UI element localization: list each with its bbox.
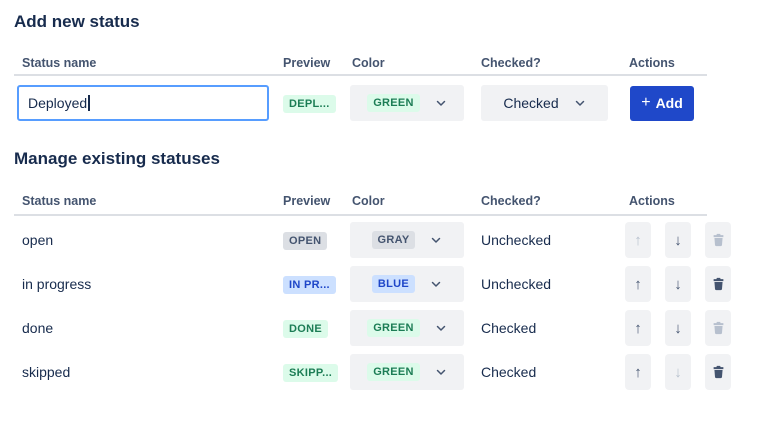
chevron-down-icon (430, 278, 442, 290)
color-value-pill: BLUE (372, 275, 415, 293)
column-header-status-name: Status name (14, 194, 283, 208)
status-name-cell: in progress (14, 276, 283, 292)
table-row: open OPEN GRAY Unchecked ↑ ↓ (14, 218, 733, 262)
move-up-button[interactable]: ↑ (625, 266, 651, 302)
arrow-up-icon: ↑ (634, 365, 642, 380)
status-name-cell: open (14, 232, 283, 248)
arrow-up-icon: ↑ (634, 277, 642, 292)
move-down-button[interactable]: ↓ (665, 266, 691, 302)
color-value-pill: GREEN (367, 94, 420, 112)
color-select[interactable]: GREEN (350, 85, 464, 121)
arrow-up-icon: ↑ (634, 233, 642, 248)
column-header-preview: Preview (283, 56, 350, 70)
color-value-pill: GREEN (367, 319, 420, 337)
status-preview-badge: SKIPP... (283, 364, 338, 382)
checked-select-value: Checked (503, 95, 558, 111)
column-header-status-name: Status name (14, 56, 283, 70)
color-value-pill: GREEN (367, 363, 420, 381)
trash-icon (712, 277, 725, 291)
status-preview-badge: OPEN (283, 232, 327, 250)
column-header-color: Color (350, 56, 481, 70)
color-select[interactable]: GREEN (350, 310, 464, 346)
page: Add new status Status name Preview Color… (0, 0, 758, 394)
chevron-down-icon (574, 97, 586, 109)
delete-button[interactable] (705, 266, 731, 302)
delete-button[interactable] (705, 354, 731, 390)
arrow-down-icon: ↓ (674, 233, 682, 248)
arrow-down-icon: ↓ (674, 277, 682, 292)
table-row: in progress IN PR... BLUE Unchecked ↑ ↓ (14, 262, 733, 306)
move-down-button[interactable]: ↓ (665, 222, 691, 258)
table-row: skipped SKIPP... GREEN Checked ↑ ↓ (14, 350, 733, 394)
checked-cell: Checked (481, 320, 625, 336)
color-value-pill: GRAY (372, 231, 416, 249)
status-preview-badge: DEPL... (283, 95, 336, 113)
manage-statuses-table: Status name Preview Color Checked? Actio… (14, 194, 733, 394)
add-status-table: Status name Preview Color Checked? Actio… (14, 56, 733, 130)
checked-cell: Unchecked (481, 276, 625, 292)
arrow-up-icon: ↑ (634, 321, 642, 336)
add-section-title: Add new status (14, 0, 758, 32)
manage-table-header: Status name Preview Color Checked? Actio… (14, 194, 733, 208)
column-header-checked: Checked? (481, 194, 625, 208)
arrow-down-icon: ↓ (674, 365, 682, 380)
status-name-cell: skipped (14, 364, 283, 380)
status-name-input-value: Deployed (28, 95, 87, 111)
checked-cell: Checked (481, 364, 625, 380)
column-header-checked: Checked? (481, 56, 625, 70)
move-down-button[interactable]: ↓ (665, 310, 691, 346)
status-rows: open OPEN GRAY Unchecked ↑ ↓ (14, 216, 733, 394)
column-header-actions: Actions (625, 56, 733, 70)
checked-cell: Unchecked (481, 232, 625, 248)
column-header-preview: Preview (283, 194, 350, 208)
add-table-header: Status name Preview Color Checked? Actio… (14, 56, 733, 70)
checked-select[interactable]: Checked (481, 85, 608, 121)
text-cursor (88, 95, 90, 111)
status-name-cell: done (14, 320, 283, 336)
add-button[interactable]: + Add (630, 86, 694, 121)
move-down-button[interactable]: ↓ (665, 354, 691, 390)
status-name-input[interactable]: Deployed (17, 85, 269, 121)
chevron-down-icon (430, 234, 442, 246)
plus-icon: + (641, 95, 650, 111)
color-select[interactable]: BLUE (350, 266, 464, 302)
table-row: done DONE GREEN Checked ↑ ↓ (14, 306, 733, 350)
trash-icon (712, 321, 725, 335)
trash-icon (712, 233, 725, 247)
delete-button[interactable] (705, 222, 731, 258)
delete-button[interactable] (705, 310, 731, 346)
color-select[interactable]: GRAY (350, 222, 464, 258)
add-status-row: Deployed DEPL... GREEN Checked (14, 76, 733, 130)
column-header-color: Color (350, 194, 481, 208)
move-up-button[interactable]: ↑ (625, 222, 651, 258)
status-preview-badge: DONE (283, 320, 328, 338)
chevron-down-icon (435, 366, 447, 378)
status-preview-badge: IN PR... (283, 276, 336, 294)
chevron-down-icon (435, 97, 447, 109)
move-up-button[interactable]: ↑ (625, 354, 651, 390)
add-button-label: Add (656, 95, 683, 111)
chevron-down-icon (435, 322, 447, 334)
trash-icon (712, 365, 725, 379)
move-up-button[interactable]: ↑ (625, 310, 651, 346)
manage-section-title: Manage existing statuses (14, 130, 758, 170)
arrow-down-icon: ↓ (674, 321, 682, 336)
column-header-actions: Actions (625, 194, 733, 208)
color-select[interactable]: GREEN (350, 354, 464, 390)
